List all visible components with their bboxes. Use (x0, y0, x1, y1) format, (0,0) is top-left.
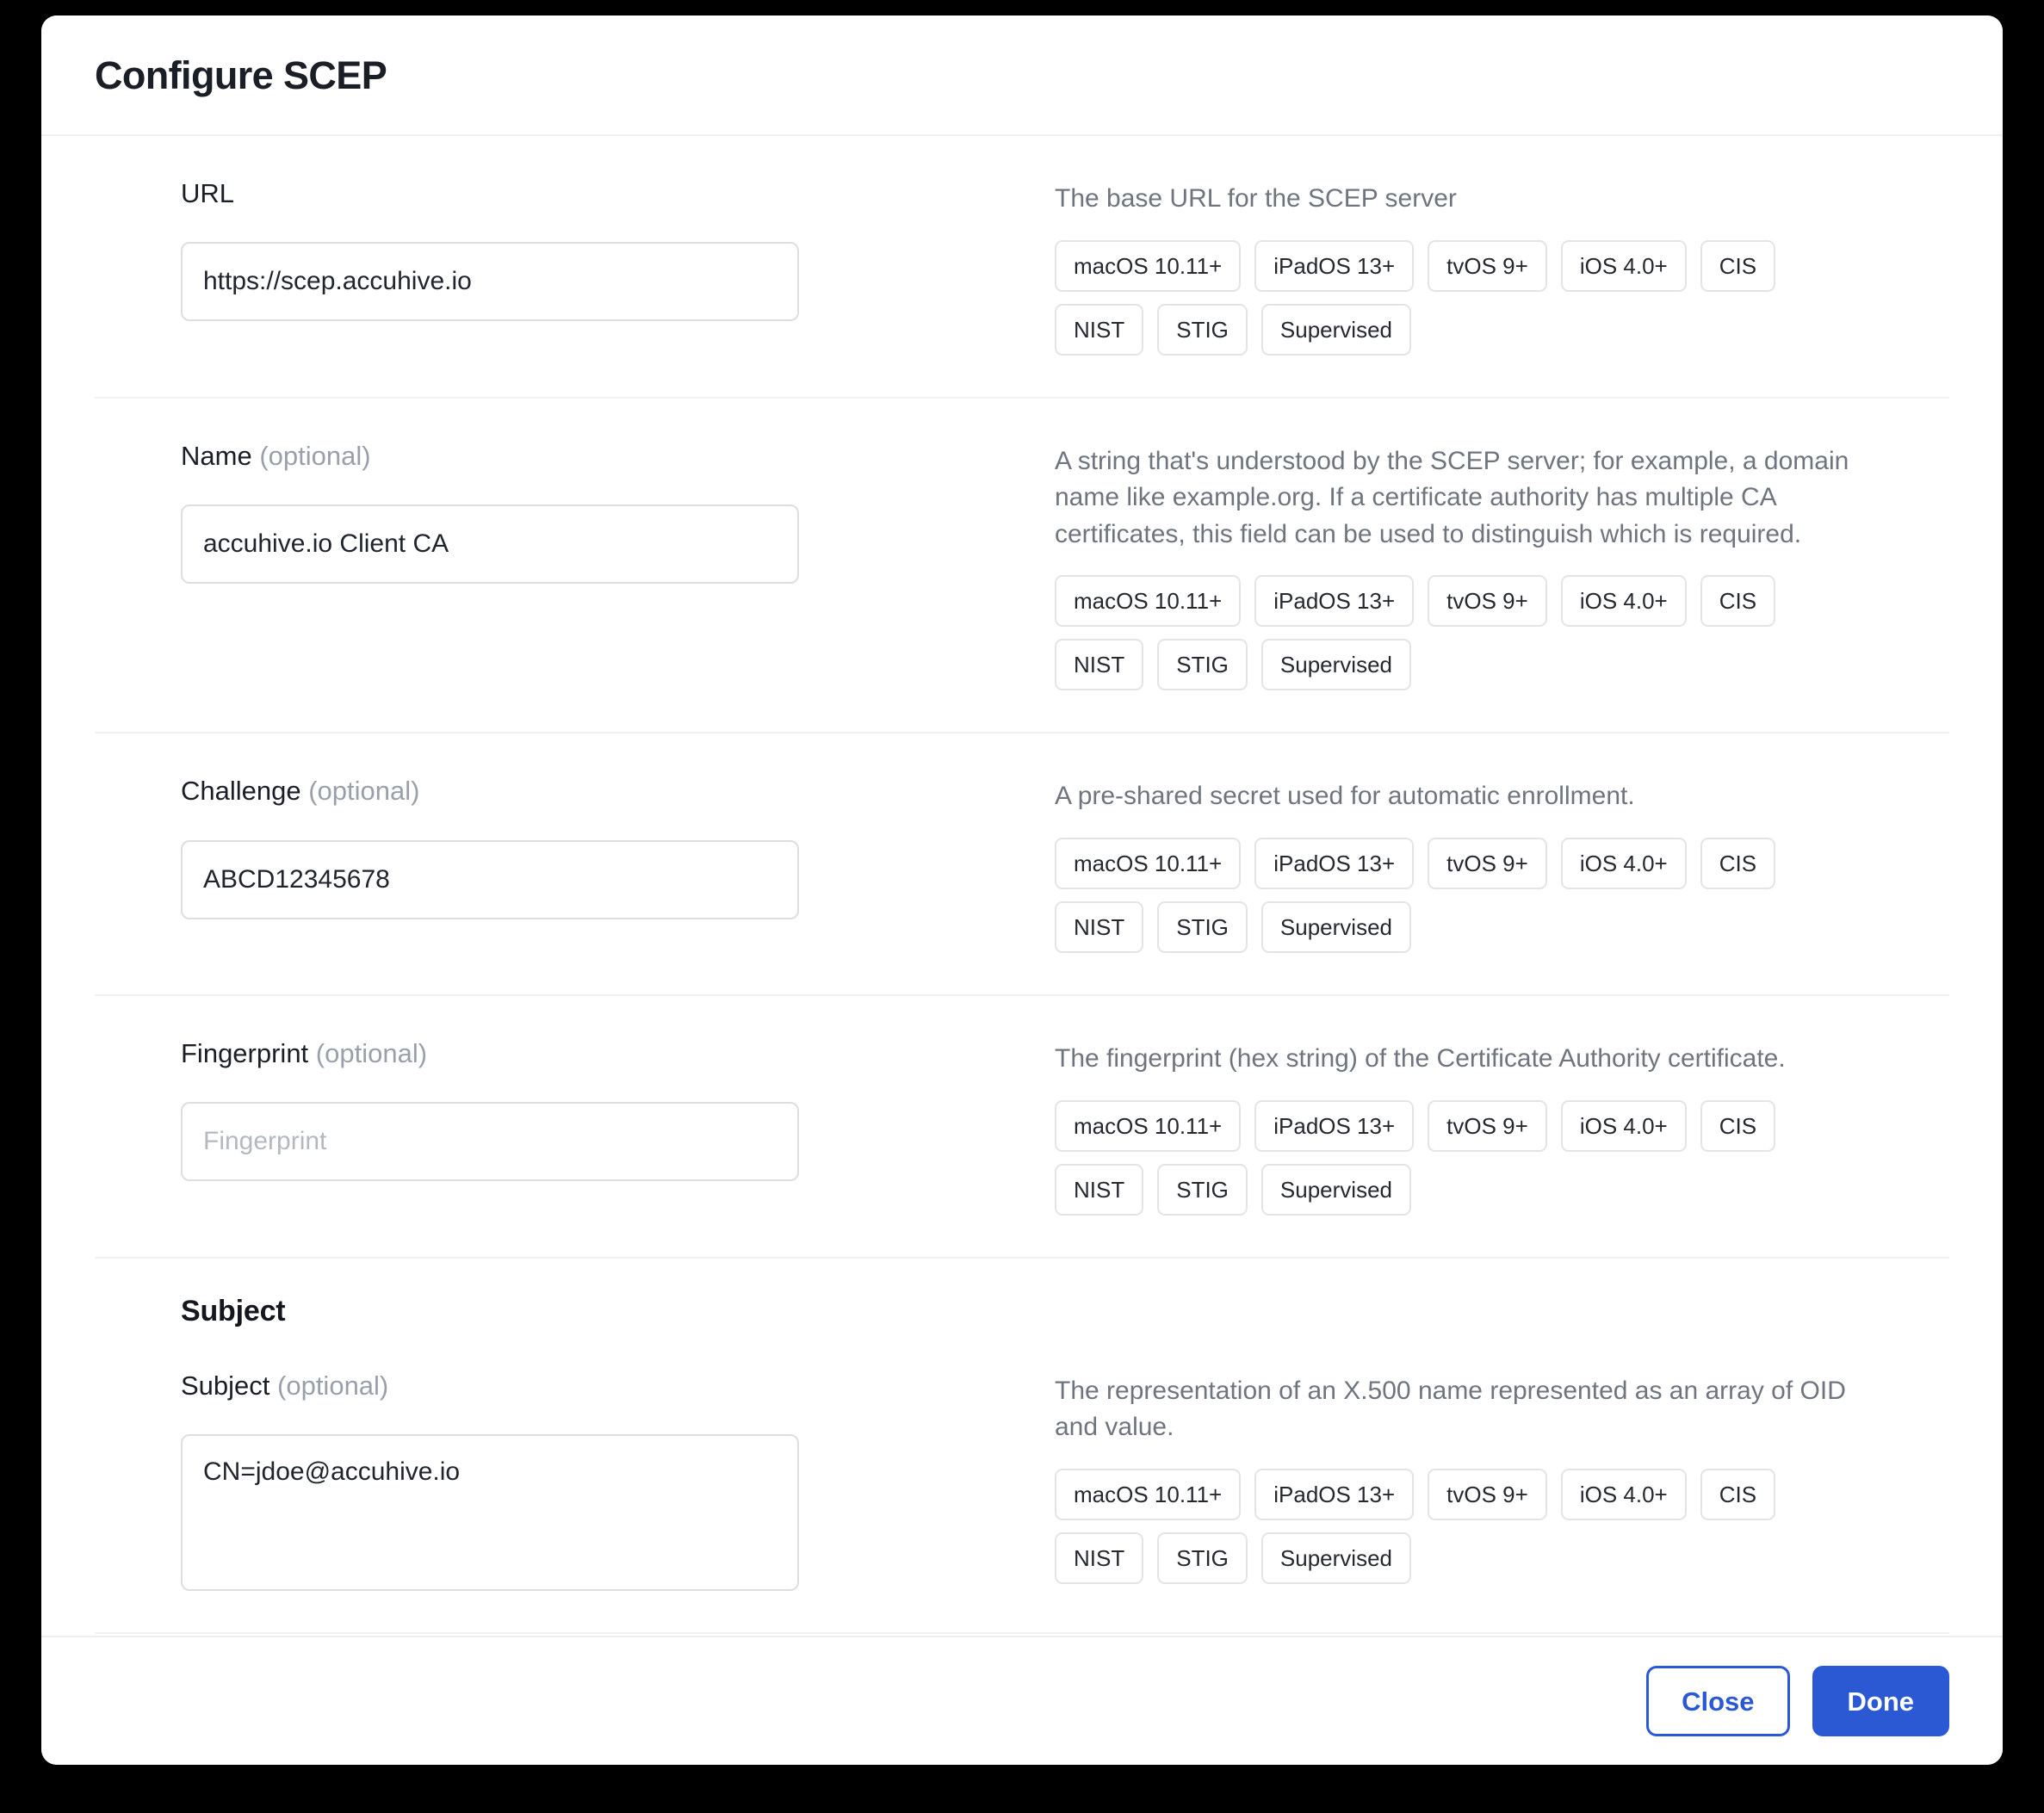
platform-badge: iPadOS 13+ (1254, 1099, 1415, 1152)
field-right: The base URL for the SCEP server macOS 10… (1003, 177, 1949, 356)
field-description: The representation of an X.500 name repr… (1055, 1376, 1846, 1442)
field-right: The representation of an X.500 name repr… (1003, 1370, 1949, 1584)
platform-badge: tvOS 9+ (1428, 1099, 1547, 1152)
field-row-fingerprint: Fingerprint (optional) The fingerprint (h… (95, 996, 1949, 1259)
optional-marker: (optional) (300, 776, 420, 807)
platform-badge: CIS (1700, 575, 1776, 628)
field-right: A pre-shared secret used for automatic e… (1003, 775, 1949, 953)
field-label: Subject (optional) (181, 1370, 389, 1401)
configure-scep-dialog: Configure SCEP URL The base URL for the S… (41, 15, 2003, 1765)
platform-badge: STIG (1157, 1163, 1248, 1216)
platform-badge: Supervised (1260, 639, 1411, 691)
platform-badge: STIG (1157, 900, 1248, 953)
field-row-url: URL The base URL for the SCEP server macOS… (95, 136, 1949, 399)
field-right: The fingerprint (hex string) of the Cert… (1003, 1037, 1949, 1216)
url-badges: macOS 10.11+ iPadOS 13+ tvOS 9+ iOS 4.0+ CIS… (1055, 239, 1855, 356)
platform-badge: STIG (1157, 639, 1248, 691)
platform-badge: tvOS 9+ (1428, 239, 1547, 292)
field-row-challenge: Challenge (optional) A pre-shared secret … (95, 733, 1949, 996)
field-description: The base URL for the SCEP server (1055, 184, 1457, 213)
platform-badge: NIST (1055, 639, 1144, 691)
dialog-body: URL The base URL for the SCEP server macOS… (41, 136, 2003, 1636)
platform-badge: CIS (1700, 1099, 1776, 1152)
name-badges: macOS 10.11+ iPadOS 13+ tvOS 9+ iOS 4.0+ CIS… (1055, 575, 1855, 691)
name-input[interactable] (181, 504, 799, 584)
platform-badge: tvOS 9+ (1428, 1468, 1547, 1520)
platform-badge: iOS 4.0+ (1560, 837, 1687, 889)
field-left: Fingerprint (optional) (95, 1037, 1003, 1182)
platform-badge: macOS 10.11+ (1055, 575, 1242, 628)
screen: Configure SCEP URL The base URL for the S… (0, 0, 2044, 1813)
platform-badge: CIS (1700, 239, 1776, 292)
platform-badge: tvOS 9+ (1428, 575, 1547, 628)
section-subject: Subject (95, 1259, 1949, 1328)
platform-badge: iPadOS 13+ (1254, 575, 1415, 628)
field-left: Subject (optional) CN=jdoe@accuhive.io (95, 1370, 1003, 1591)
field-description: A string that's understood by the SCEP s… (1055, 446, 1849, 548)
platform-badge: iOS 4.0+ (1560, 575, 1687, 628)
optional-marker: (optional) (251, 440, 371, 471)
platform-badge: iOS 4.0+ (1560, 1099, 1687, 1152)
platform-badge: macOS 10.11+ (1055, 837, 1242, 889)
platform-badge: Supervised (1260, 900, 1411, 953)
platform-badge: CIS (1700, 1468, 1776, 1520)
platform-badge: macOS 10.11+ (1055, 239, 1242, 292)
platform-badge: iOS 4.0+ (1560, 1468, 1687, 1520)
platform-badge: NIST (1055, 1531, 1144, 1584)
platform-badge: Supervised (1260, 1531, 1411, 1584)
field-description: A pre-shared secret used for automatic e… (1055, 782, 1635, 811)
platform-badge: iPadOS 13+ (1254, 239, 1415, 292)
platform-badge: tvOS 9+ (1428, 837, 1547, 889)
fingerprint-badges: macOS 10.11+ iPadOS 13+ tvOS 9+ iOS 4.0+ CIS… (1055, 1099, 1855, 1216)
field-label: Fingerprint (optional) (181, 1037, 428, 1068)
optional-marker: (optional) (269, 1370, 389, 1401)
field-description: The fingerprint (hex string) of the Cert… (1055, 1043, 1786, 1073)
field-label: Name (optional) (181, 440, 371, 471)
challenge-input[interactable] (181, 839, 799, 919)
done-button[interactable]: Done (1812, 1666, 1949, 1736)
fingerprint-input[interactable] (181, 1102, 799, 1182)
field-right: A string that's understood by the SCEP s… (1003, 440, 1949, 691)
platform-badge: STIG (1157, 303, 1248, 356)
platform-badge: iPadOS 13+ (1254, 837, 1415, 889)
platform-badge: macOS 10.11+ (1055, 1468, 1242, 1520)
field-label: URL (181, 178, 235, 208)
platform-badge: iOS 4.0+ (1560, 239, 1687, 292)
field-left: Challenge (optional) (95, 775, 1003, 919)
optional-marker: (optional) (308, 1037, 428, 1068)
close-button[interactable]: Close (1646, 1666, 1790, 1736)
platform-badge: NIST (1055, 900, 1144, 953)
platform-badge: NIST (1055, 303, 1144, 356)
url-input[interactable] (181, 242, 799, 322)
field-row-name: Name (optional) A string that's understoo… (95, 399, 1949, 734)
subject-textarea[interactable]: CN=jdoe@accuhive.io (181, 1433, 799, 1591)
field-left: Name (optional) (95, 440, 1003, 584)
platform-badge: Supervised (1260, 303, 1411, 356)
platform-badge: NIST (1055, 1163, 1144, 1216)
platform-badge: Supervised (1260, 1163, 1411, 1216)
field-label: Challenge (optional) (181, 776, 420, 807)
challenge-badges: macOS 10.11+ iPadOS 13+ tvOS 9+ iOS 4.0+ CIS… (1055, 837, 1855, 953)
section-title: Subject (181, 1294, 286, 1327)
field-row-subject: Subject (optional) CN=jdoe@accuhive.io The… (95, 1328, 1949, 1634)
dialog-footer: Close Done (41, 1636, 2003, 1765)
subject-badges: macOS 10.11+ iPadOS 13+ tvOS 9+ iOS 4.0+ CIS… (1055, 1468, 1855, 1584)
platform-badge: iPadOS 13+ (1254, 1468, 1415, 1520)
page-title: Configure SCEP (95, 53, 387, 97)
platform-badge: CIS (1700, 837, 1776, 889)
platform-badge: macOS 10.11+ (1055, 1099, 1242, 1152)
platform-badge: STIG (1157, 1531, 1248, 1584)
dialog-header: Configure SCEP (41, 15, 2003, 136)
field-left: URL (95, 177, 1003, 322)
